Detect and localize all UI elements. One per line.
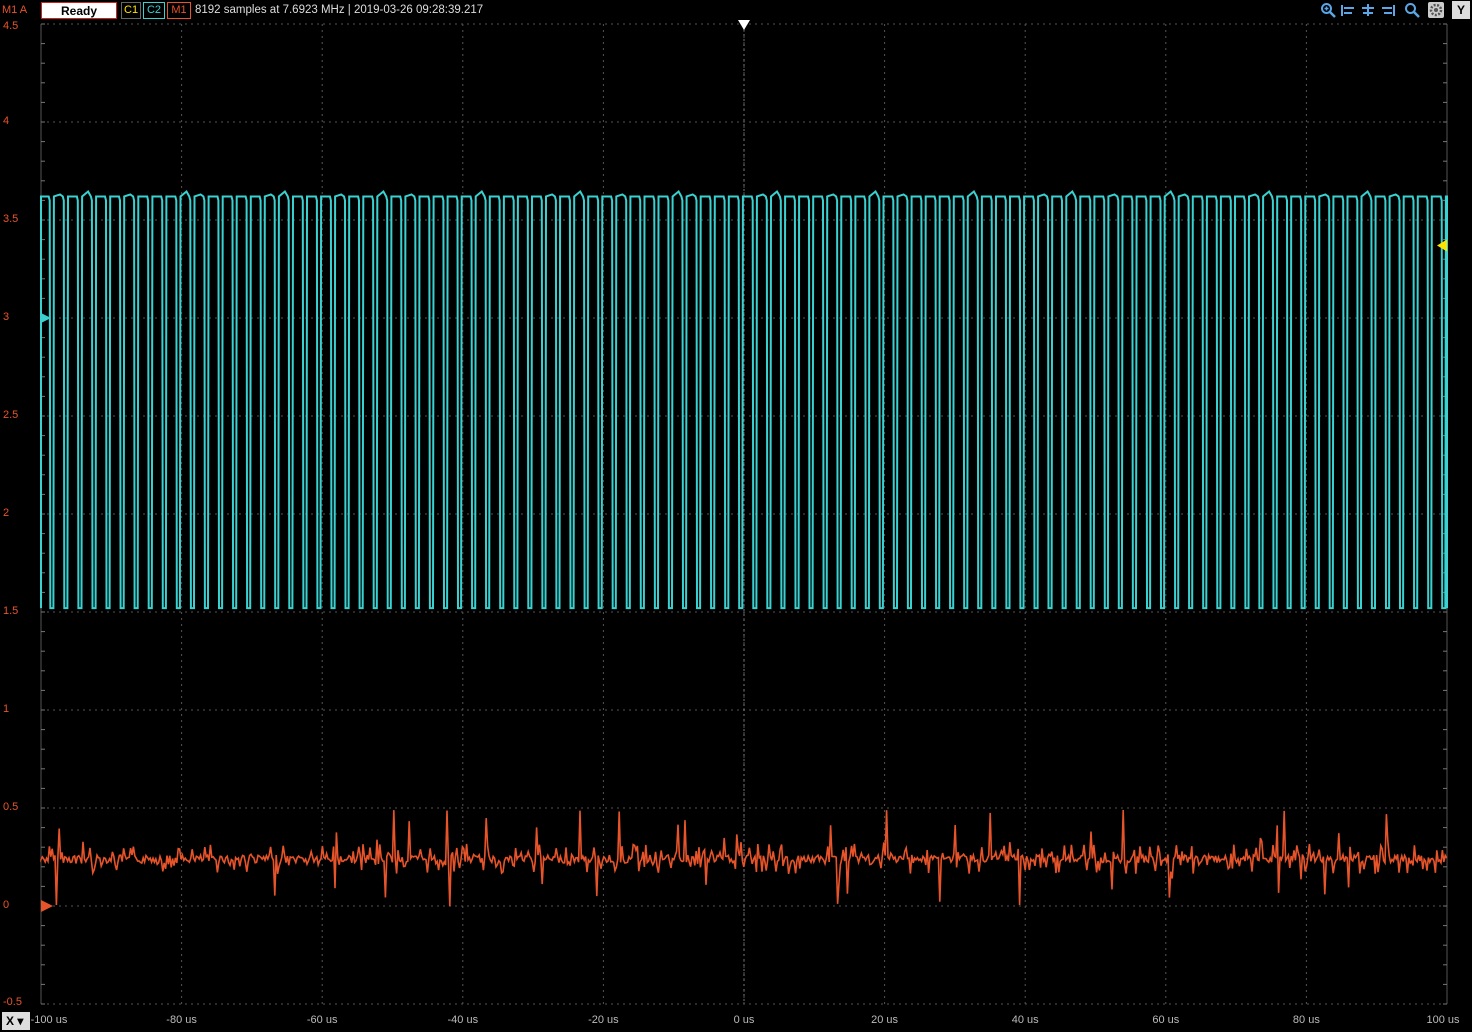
x-tick-label: 0 us <box>733 1014 755 1026</box>
y-tick-label: 1.5 <box>3 605 19 617</box>
trigger-time-marker <box>738 20 750 30</box>
y-tick-label: 3 <box>3 311 10 323</box>
y-tick-label: 0 <box>3 899 10 911</box>
x-tick-label: 20 us <box>871 1014 899 1026</box>
scope-plot[interactable] <box>0 0 1472 1032</box>
x-axis-button-label: X <box>6 1014 15 1028</box>
y-tick-label: 4.5 <box>3 20 19 32</box>
y-tick-label: 2.5 <box>3 409 19 421</box>
x-tick-label: 60 us <box>1152 1014 1180 1026</box>
x-tick-label: -80 us <box>166 1014 197 1026</box>
y-tick-label: 2 <box>3 507 10 519</box>
y-tick-label: 1 <box>3 703 10 715</box>
m1-offset-marker <box>41 900 53 912</box>
y-tick-label: 0.5 <box>3 801 19 813</box>
y-tick-label: 4 <box>3 115 10 127</box>
x-tick-label: -20 us <box>588 1014 619 1026</box>
x-tick-label: -60 us <box>306 1014 338 1026</box>
x-tick-label: -100 us <box>30 1014 68 1026</box>
y-tick-label: -0.5 <box>3 996 22 1008</box>
chevron-down-icon: ▾ <box>17 1014 24 1028</box>
x-axis-button[interactable]: X ▾ <box>2 1012 30 1030</box>
y-tick-label: 3.5 <box>3 213 19 225</box>
x-tick-label: 80 us <box>1292 1014 1320 1026</box>
x-tick-label: 100 us <box>1426 1014 1460 1026</box>
x-tick-label: -40 us <box>447 1014 479 1026</box>
x-tick-label: 40 us <box>1011 1014 1039 1026</box>
